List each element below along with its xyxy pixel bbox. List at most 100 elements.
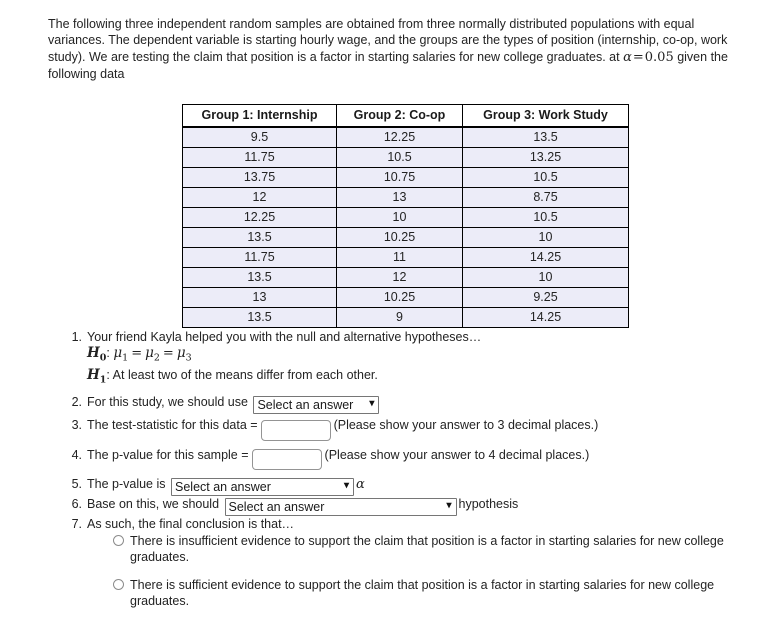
conclusion-choices: There is insufficient evidence to suppor…: [113, 533, 733, 621]
problem-page: The following three independent random s…: [0, 0, 776, 623]
cell-g2: 9: [336, 307, 463, 328]
table-row: 13 10.25 9.25: [182, 287, 629, 308]
question-2: 2. For this study, we should use Select a…: [64, 394, 754, 415]
table-row: 11.75 11 14.25: [182, 247, 629, 268]
cell-g1: 9.5: [182, 126, 337, 148]
question-6: 6. Base on this, we should Select an answ…: [64, 496, 754, 517]
cell-g1: 13.5: [182, 307, 337, 328]
cell-g2: 10.75: [336, 167, 463, 188]
cell-g3: 13.25: [462, 147, 629, 168]
question-7-number: 7.: [71, 517, 82, 532]
table-row: 9.5 12.25 13.5: [182, 126, 629, 148]
cell-g3: 14.25: [462, 247, 629, 268]
h1-colon: :: [106, 367, 110, 382]
conclusion-choice-2-label: There is sufficient evidence to support …: [130, 578, 715, 608]
mu-1: μ1: [113, 345, 129, 364]
cell-g1: 12.25: [182, 207, 337, 228]
h0-label: H0: [87, 345, 107, 364]
column-header-group-2: Group 2: Co-op: [336, 104, 463, 128]
equals-1: =: [131, 346, 143, 361]
cell-g3: 8.75: [462, 187, 629, 208]
table-row: 13.75 10.75 10.5: [182, 167, 629, 188]
alpha-value: 0.05: [644, 49, 674, 65]
cell-g1: 13.75: [182, 167, 337, 188]
radio-button-icon[interactable]: [113, 579, 124, 590]
cell-g3: 10: [462, 267, 629, 288]
cell-g2: 10.25: [336, 227, 463, 248]
table-header-row: Group 1: Internship Group 2: Co-op Group…: [182, 104, 629, 128]
question-3-number: 3.: [71, 418, 82, 433]
conclusion-choice-1-label: There is insufficient evidence to suppor…: [130, 534, 724, 564]
cell-g1: 12: [182, 187, 337, 208]
test-type-select-wrapper[interactable]: Select an answer ▾: [251, 394, 381, 415]
question-6-number: 6.: [71, 497, 82, 512]
mu-3: μ3: [176, 345, 192, 364]
null-hypothesis: H0: μ1 = μ2 = μ3: [87, 345, 754, 367]
cell-g2: 13: [336, 187, 463, 208]
decision-select-wrapper[interactable]: Select an answer ▾: [223, 496, 459, 517]
question-6-suffix: hypothesis: [458, 497, 519, 512]
question-5-number: 5.: [71, 477, 82, 492]
question-1-number: 1.: [71, 330, 82, 344]
column-header-group-1: Group 1: Internship: [182, 104, 337, 128]
mu-3-subscript: 3: [185, 352, 192, 364]
p-value-input[interactable]: [251, 449, 322, 471]
question-5-text: The p-value is: [87, 477, 166, 492]
cell-g2: 12.25: [336, 126, 463, 148]
question-4: 4. The p-value for this sample = (Please s…: [64, 447, 754, 471]
equals-symbol: =: [632, 49, 644, 65]
table-row: 12 13 8.75: [182, 187, 629, 208]
question-3-note: (Please show your answer to 3 decimal pl…: [333, 418, 599, 433]
test-statistic-input[interactable]: [260, 419, 331, 441]
h1-text: At least two of the means differ from ea…: [112, 367, 378, 382]
conclusion-choice-2[interactable]: There is sufficient evidence to support …: [113, 577, 733, 609]
mu-2-subscript: 2: [153, 352, 160, 364]
question-7: 7. As such, the final conclusion is that…: [64, 516, 754, 532]
table-row: 13.5 10.25 10: [182, 227, 629, 248]
test-type-select[interactable]: Select an answer: [253, 396, 380, 415]
cell-g1: 13.5: [182, 227, 337, 248]
alternative-hypothesis: H1: At least two of the means differ fro…: [87, 367, 754, 389]
intro-line-4-prefix: salaries for new college graduates. at: [412, 49, 624, 64]
question-4-note: (Please show your answer to 4 decimal pl…: [324, 447, 590, 462]
sample-data-table: Group 1: Internship Group 2: Co-op Group…: [182, 104, 629, 328]
cell-g3: 13.5: [462, 126, 629, 148]
table-body: 9.5 12.25 13.5 11.75 10.5 13.25 13.75 10…: [182, 126, 629, 328]
h0-colon: :: [106, 346, 110, 360]
mu-2: μ2: [145, 345, 160, 364]
cell-g3: 10: [462, 227, 629, 248]
question-6-text: Base on this, we should: [87, 497, 220, 512]
question-2-text: For this study, we should use: [87, 395, 248, 410]
h1-label: H1: [87, 366, 107, 386]
intro-line-1: The following three independent random s…: [48, 17, 635, 31]
cell-g2: 10.25: [336, 287, 463, 308]
question-5: 5. The p-value is Select an answer ▾ α: [64, 476, 754, 497]
question-1: 1. Your friend Kayla helped you with the …: [64, 329, 754, 345]
alpha-symbol: α: [623, 49, 632, 65]
question-1-text: Your friend Kayla helped you with the nu…: [87, 330, 482, 344]
cell-g1: 13: [182, 287, 337, 308]
column-header-group-3: Group 3: Work Study: [462, 104, 629, 128]
alpha-symbol: α: [356, 477, 365, 493]
conclusion-choice-1[interactable]: There is insufficient evidence to suppor…: [113, 533, 733, 565]
cell-g1: 11.75: [182, 147, 337, 168]
cell-g3: 14.25: [462, 307, 629, 328]
question-3-text: The test-statistic for this data =: [87, 418, 258, 433]
cell-g3: 10.5: [462, 207, 629, 228]
cell-g3: 10.5: [462, 167, 629, 188]
question-4-number: 4.: [71, 447, 82, 462]
cell-g1: 11.75: [182, 247, 337, 268]
cell-g2: 12: [336, 267, 463, 288]
question-7-text: As such, the final conclusion is that…: [87, 517, 295, 532]
cell-g2: 11: [336, 247, 463, 268]
p-value-comparison-select-wrapper[interactable]: Select an answer ▾: [169, 476, 356, 497]
table-row: 13.5 9 14.25: [182, 307, 629, 328]
p-value-comparison-select[interactable]: Select an answer: [171, 478, 354, 497]
equals-2: =: [162, 346, 174, 361]
problem-statement: The following three independent random s…: [48, 16, 748, 83]
decision-select[interactable]: Select an answer: [224, 498, 457, 517]
radio-button-icon[interactable]: [113, 535, 124, 546]
table-row: 12.25 10 10.5: [182, 207, 629, 228]
question-list: 1. Your friend Kayla helped you with the …: [64, 329, 754, 532]
cell-g2: 10.5: [336, 147, 463, 168]
